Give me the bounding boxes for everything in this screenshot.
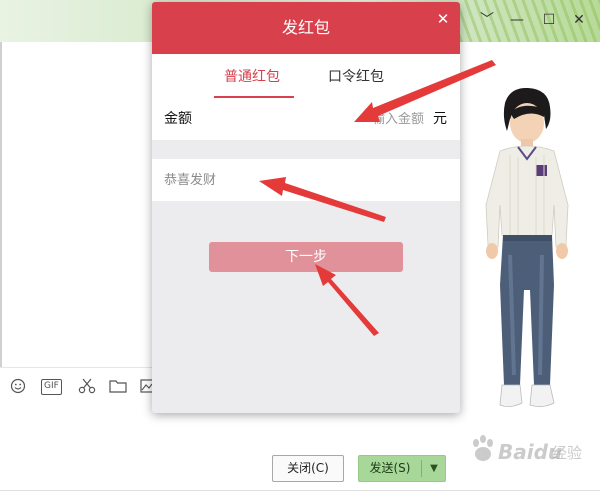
tab-normal-red-packet[interactable]: 普通红包 bbox=[224, 68, 280, 86]
dialog-title: 发红包 bbox=[281, 18, 330, 37]
send-separator bbox=[421, 460, 422, 477]
greeting-input[interactable] bbox=[164, 170, 444, 190]
paw-icon bbox=[473, 435, 493, 461]
show-avatar bbox=[485, 87, 569, 407]
amount-input[interactable] bbox=[272, 109, 424, 129]
chat-toolbar: GIF bbox=[0, 367, 155, 403]
send-options-icon[interactable]: ▼ bbox=[423, 456, 445, 481]
dialog-close-icon[interactable]: ✕ bbox=[434, 10, 452, 28]
amount-row: 金额 元 bbox=[152, 98, 460, 140]
window-close-icon[interactable]: ✕ bbox=[570, 11, 588, 29]
amount-unit: 元 bbox=[433, 111, 447, 127]
baidu-watermark: Baidu 经验 bbox=[468, 432, 598, 472]
left-edge bbox=[0, 42, 2, 367]
amount-label: 金额 bbox=[164, 111, 192, 127]
folder-icon[interactable] bbox=[109, 378, 127, 394]
collapse-icon[interactable]: ﹀ bbox=[478, 11, 496, 29]
gif-icon[interactable]: GIF bbox=[41, 379, 62, 395]
greeting-row bbox=[152, 159, 460, 201]
close-chat-button[interactable]: 关闭(C) bbox=[272, 455, 344, 482]
next-step-button[interactable]: 下一步 bbox=[209, 242, 403, 272]
bottom-divider bbox=[0, 490, 600, 491]
tab-password-red-packet[interactable]: 口令红包 bbox=[328, 68, 384, 86]
scissors-icon[interactable] bbox=[78, 378, 96, 394]
send-label[interactable]: 发送(S) bbox=[359, 456, 421, 481]
send-button[interactable]: 发送(S) ▼ bbox=[358, 455, 446, 482]
red-packet-dialog: 发红包 ✕ 普通红包 口令红包 金额 元 下一步 bbox=[152, 2, 460, 413]
emoji-icon[interactable] bbox=[10, 378, 26, 394]
red-packet-tabs: 普通红包 口令红包 bbox=[152, 54, 460, 98]
minimize-icon[interactable]: — bbox=[508, 11, 526, 29]
watermark-sub: 经验 bbox=[552, 444, 583, 462]
maximize-icon[interactable]: ☐ bbox=[540, 11, 558, 29]
